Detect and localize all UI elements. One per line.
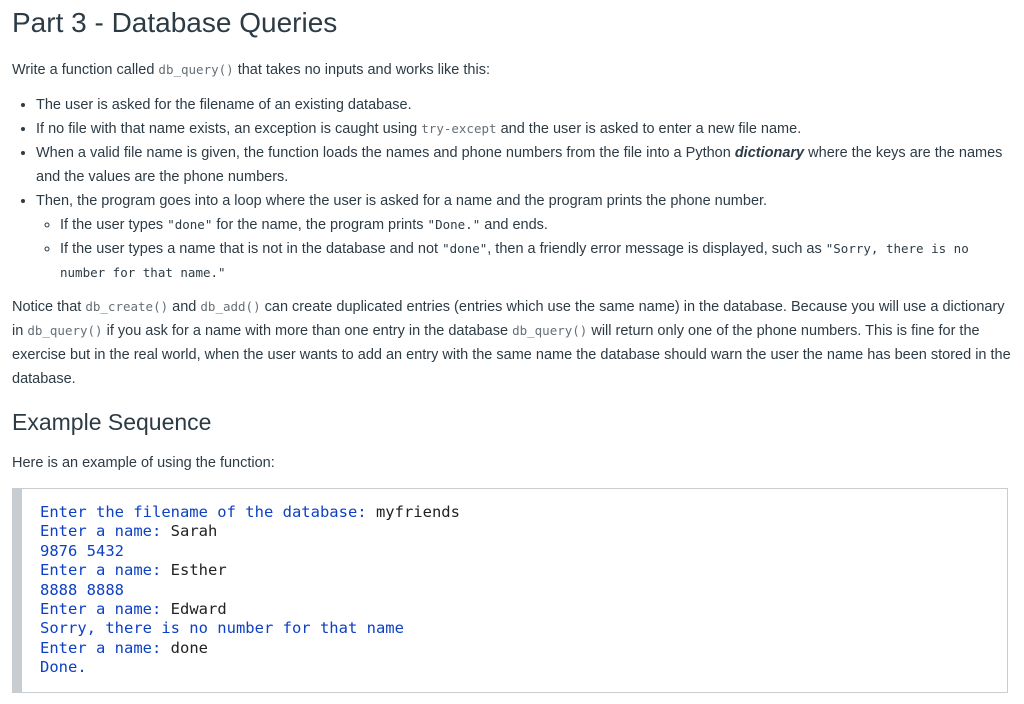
- code-line: 8888 8888: [40, 581, 1007, 600]
- sub-list-item: If the user types a name that is not in …: [60, 237, 1012, 285]
- inline-code: db_query(): [27, 323, 103, 338]
- list-item-text: If no file with that name exists, an exc…: [36, 121, 422, 137]
- prompt-text: Enter a name:: [40, 600, 171, 619]
- output-text: Done.: [40, 658, 87, 677]
- list-item-text: If the user types: [60, 217, 168, 233]
- user-input-text: done: [170, 638, 208, 657]
- output-text: Sorry, there is no number for that name: [40, 619, 404, 638]
- example-intro: Here is an example of using the function…: [12, 455, 275, 471]
- inline-code: "done": [167, 217, 213, 232]
- code-line: Enter the filename of the database: myfr…: [40, 503, 1007, 522]
- list-item-text: and ends.: [480, 217, 548, 233]
- list-item-text: for the name, the program prints: [212, 217, 428, 233]
- list-item-text: The user is asked for the filename of an…: [36, 97, 412, 113]
- inline-code: db_create(): [85, 299, 169, 314]
- notice-text: and: [168, 299, 201, 315]
- example-code-block: Enter the filename of the database: myfr…: [12, 488, 1008, 693]
- list-item: Then, the program goes into a loop where…: [36, 189, 1012, 285]
- prompt-text: Enter a name:: [40, 638, 171, 657]
- code-line: 9876 5432: [40, 542, 1007, 561]
- code-line: Enter a name: done: [40, 639, 1007, 658]
- intro-paragraph: Write a function called db_query() that …: [12, 58, 1012, 82]
- user-input-text: Esther: [170, 561, 227, 580]
- list-item: If no file with that name exists, an exc…: [36, 117, 1012, 141]
- output-text: 9876 5432: [40, 541, 124, 560]
- list-item: When a valid file name is given, the fun…: [36, 141, 1012, 189]
- sub-list-item: If the user types "done" for the name, t…: [60, 213, 1012, 237]
- list-item-text: Then, the program goes into a loop where…: [36, 193, 768, 209]
- inline-code: db_query(): [158, 62, 234, 77]
- inline-code: "Done.": [427, 217, 481, 232]
- list-item-text: , then a friendly error message is displ…: [487, 241, 826, 257]
- prompt-text: Enter a name:: [40, 561, 171, 580]
- inline-code: try-except: [421, 121, 497, 136]
- page-title: Part 3 - Database Queries: [12, 7, 338, 38]
- assignment-page: Part 3 - Database Queries Write a functi…: [0, 0, 1024, 693]
- requirements-list: The user is asked for the filename of an…: [12, 93, 1012, 285]
- section-heading: Example Sequence: [12, 409, 212, 435]
- code-line: Enter a name: Edward: [40, 600, 1007, 619]
- list-item-text: When a valid file name is given, the fun…: [36, 145, 735, 161]
- list-item-text: If the user types a name that is not in …: [60, 241, 443, 257]
- emphasis-text: dictionary: [734, 145, 805, 161]
- notice-text: if you ask for a name with more than one…: [102, 323, 513, 339]
- inline-code: db_add(): [200, 299, 261, 314]
- inline-code: "done": [442, 241, 488, 256]
- notice-text: Notice that: [12, 299, 86, 315]
- prompt-text: Enter a name:: [40, 522, 171, 541]
- inline-code: db_query(): [512, 323, 588, 338]
- code-line: Enter a name: Esther: [40, 561, 1007, 580]
- user-input-text: myfriends: [375, 503, 460, 521]
- list-item: The user is asked for the filename of an…: [36, 93, 1012, 117]
- code-line: Sorry, there is no number for that name: [40, 619, 1007, 638]
- notice-paragraph: Notice that db_create() and db_add() can…: [12, 295, 1012, 391]
- code-line: Enter a name: Sarah: [40, 522, 1007, 541]
- intro-text: that takes no inputs and works like this…: [233, 62, 490, 78]
- user-input-text: Sarah: [170, 522, 218, 541]
- sub-list: If the user types "done" for the name, t…: [36, 213, 1012, 285]
- prompt-text: Enter the filename of the database:: [40, 503, 376, 521]
- output-text: 8888 8888: [40, 580, 124, 599]
- intro-text: Write a function called: [12, 62, 159, 78]
- user-input-text: Edward: [170, 600, 227, 619]
- code-line: Done.: [40, 658, 1007, 677]
- list-item-text: and the user is asked to enter a new fil…: [496, 121, 802, 137]
